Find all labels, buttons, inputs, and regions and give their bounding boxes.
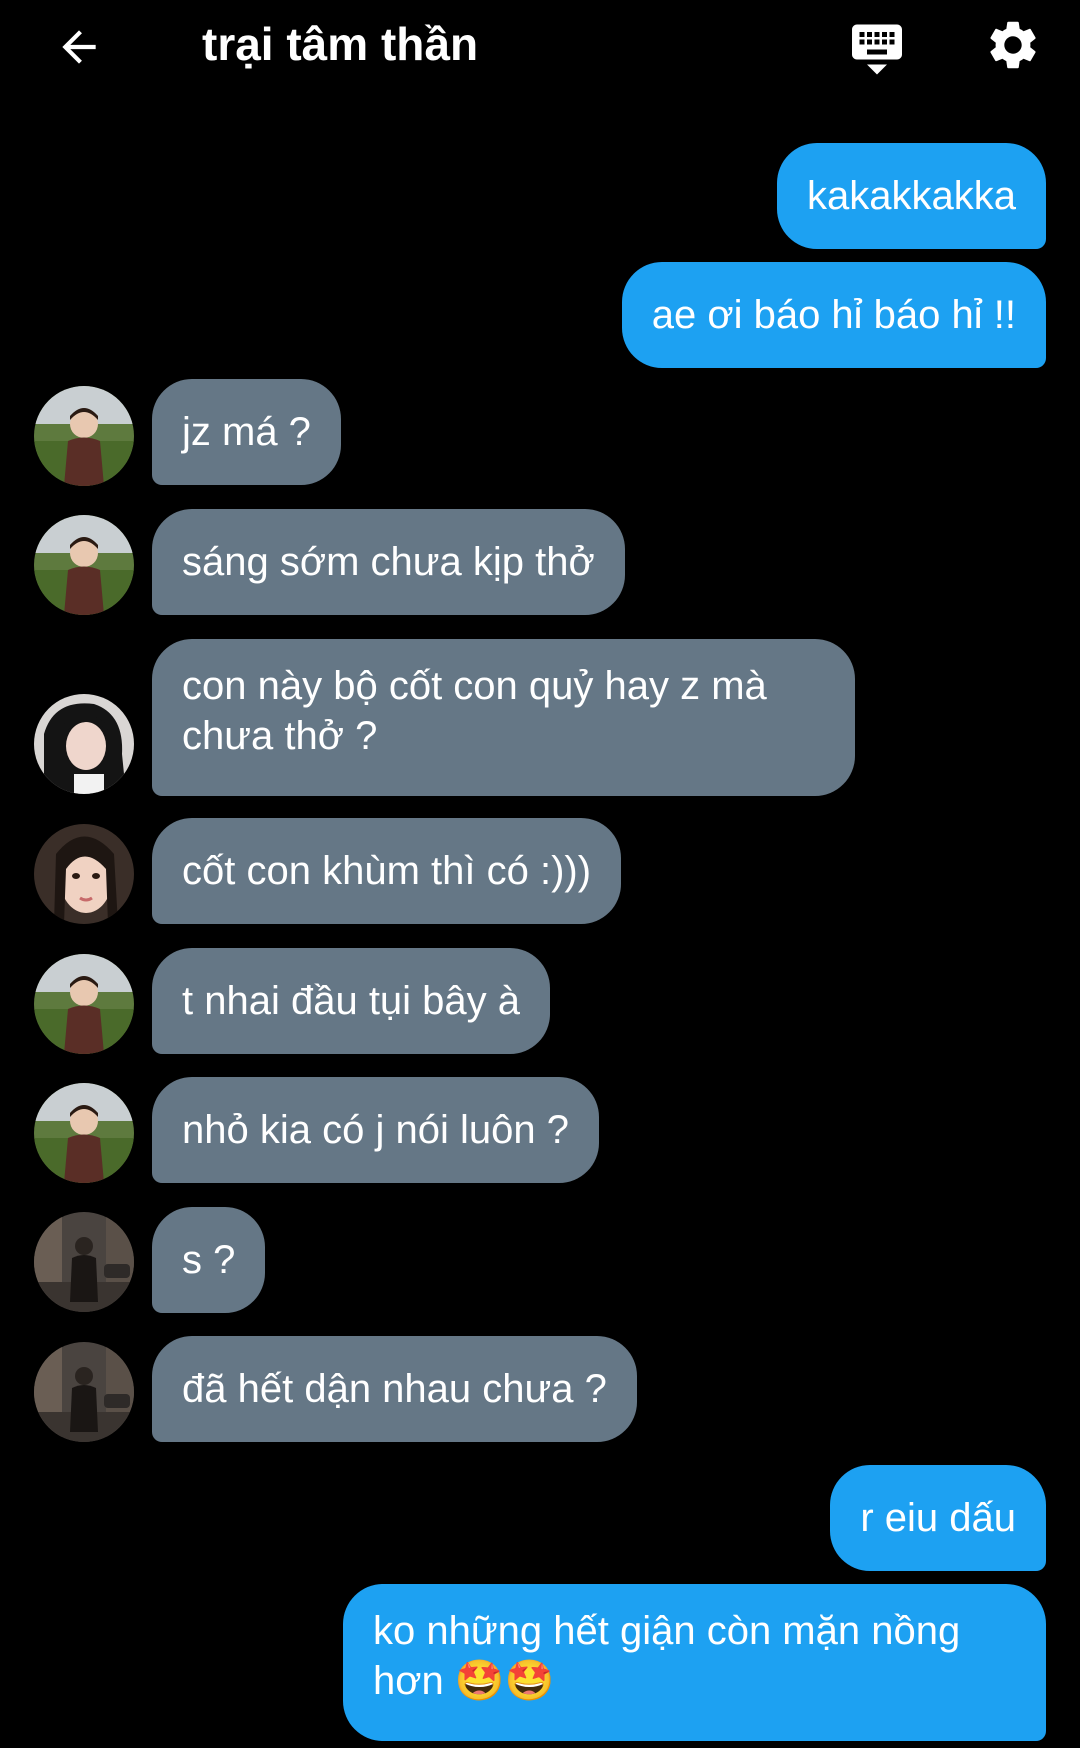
child-avatar[interactable] — [34, 386, 134, 486]
incoming-message[interactable]: nhỏ kia có j nói luôn ? — [152, 1077, 599, 1183]
incoming-message[interactable]: con này bộ cốt con quỷ hay z mà chưa thở… — [152, 639, 855, 796]
incoming-message[interactable]: jz má ? — [152, 379, 341, 485]
outgoing-message[interactable]: ae ơi báo hỉ báo hỉ !! — [621, 262, 1046, 368]
outgoing-message[interactable]: r eiu dấu — [830, 1465, 1046, 1571]
incoming-message[interactable]: s ? — [152, 1207, 266, 1313]
outgoing-message[interactable]: kakakkakka — [777, 143, 1046, 249]
outgoing-message[interactable]: ko những hết giận còn mặn nồng hơn 🤩🤩 — [343, 1584, 1046, 1741]
incoming-message[interactable]: đã hết dận nhau chưa ? — [152, 1336, 637, 1442]
incoming-message[interactable]: sáng sớm chưa kịp thở — [152, 509, 625, 615]
child-avatar[interactable] — [34, 1083, 134, 1183]
street-photo-avatar[interactable] — [34, 1342, 134, 1442]
message-list[interactable]: kakakkakka ae ơi báo hỉ báo hỉ !! jz má … — [0, 0, 1080, 1748]
street-photo-avatar[interactable] — [34, 1212, 134, 1312]
dark-hair-girl-avatar[interactable] — [34, 694, 134, 794]
incoming-message[interactable]: t nhai đầu tụi bây à — [152, 948, 551, 1054]
child-avatar[interactable] — [34, 954, 134, 1054]
incoming-message[interactable]: cốt con khùm thì có :))) — [152, 818, 622, 924]
selfie-girl-avatar[interactable] — [34, 824, 134, 924]
child-avatar[interactable] — [34, 515, 134, 615]
